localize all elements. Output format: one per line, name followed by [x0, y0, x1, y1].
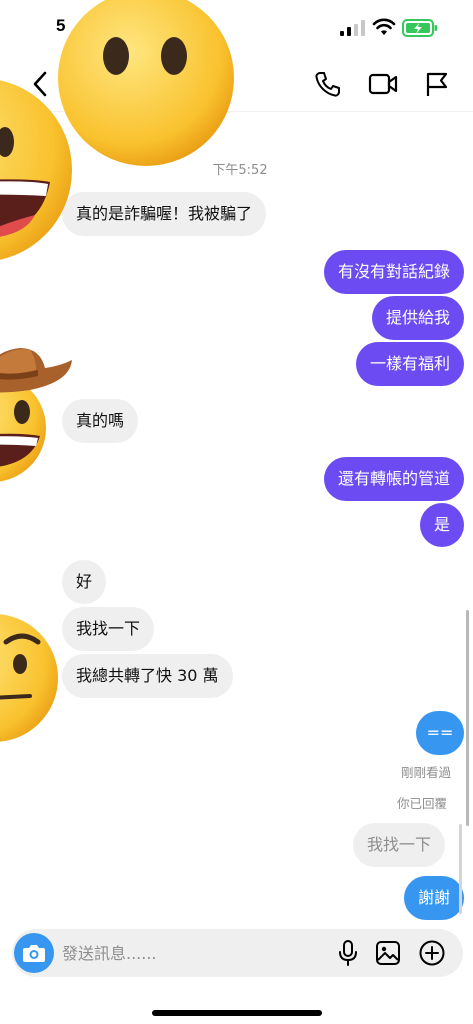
outgoing-message[interactable]: 謝謝 — [403, 876, 464, 920]
voice-message-button[interactable] — [334, 939, 362, 967]
outgoing-message[interactable]: 還有轉帳的管道 — [323, 457, 464, 501]
battery-icon — [402, 19, 437, 37]
home-indicator — [152, 1010, 322, 1016]
message-input[interactable] — [62, 929, 302, 977]
incoming-message[interactable]: 我總共轉了快 30 萬 — [62, 654, 233, 698]
outgoing-message[interactable]: 一樣有福利 — [355, 342, 464, 386]
incoming-message[interactable]: 好 — [62, 560, 107, 604]
cowboy-face-emoji-icon — [0, 348, 72, 482]
seen-status: 剛剛看過 — [400, 765, 451, 780]
video-camera-icon — [368, 73, 398, 95]
scrollbar-track — [459, 824, 462, 914]
neutral-face-emoji-icon — [58, 0, 234, 166]
outgoing-message[interactable]: 提供給我 — [371, 296, 464, 340]
outgoing-message[interactable]: 是 — [419, 503, 464, 547]
replied-status: 你已回覆 — [396, 796, 447, 811]
report-button[interactable] — [422, 68, 452, 100]
cellular-signal-icon — [340, 20, 365, 36]
add-content-button[interactable] — [418, 939, 446, 967]
face-with-raised-eyebrow-emoji-icon — [0, 614, 58, 742]
video-call-button[interactable] — [366, 68, 400, 100]
image-icon — [376, 941, 400, 965]
incoming-message[interactable]: 我找一下 — [62, 607, 155, 651]
camera-icon — [23, 945, 45, 962]
voice-call-button[interactable] — [312, 68, 344, 100]
plus-circle-icon — [419, 940, 445, 966]
camera-button[interactable] — [14, 933, 54, 973]
flag-icon — [426, 72, 448, 96]
message-composer — [12, 929, 463, 977]
phone-icon — [315, 72, 340, 97]
wifi-icon — [372, 18, 396, 35]
quoted-reply-preview[interactable]: 我找一下 — [352, 823, 445, 867]
gallery-button[interactable] — [374, 939, 402, 967]
outgoing-message[interactable]: 有沒有對話紀錄 — [323, 250, 464, 294]
incoming-message[interactable]: 真的是詐騙喔！我被騙了 — [62, 192, 267, 236]
outgoing-message[interactable]: == — [416, 711, 464, 755]
grinning-face-emoji-icon — [0, 80, 72, 260]
microphone-icon — [339, 940, 357, 966]
scrollbar[interactable] — [466, 610, 469, 826]
